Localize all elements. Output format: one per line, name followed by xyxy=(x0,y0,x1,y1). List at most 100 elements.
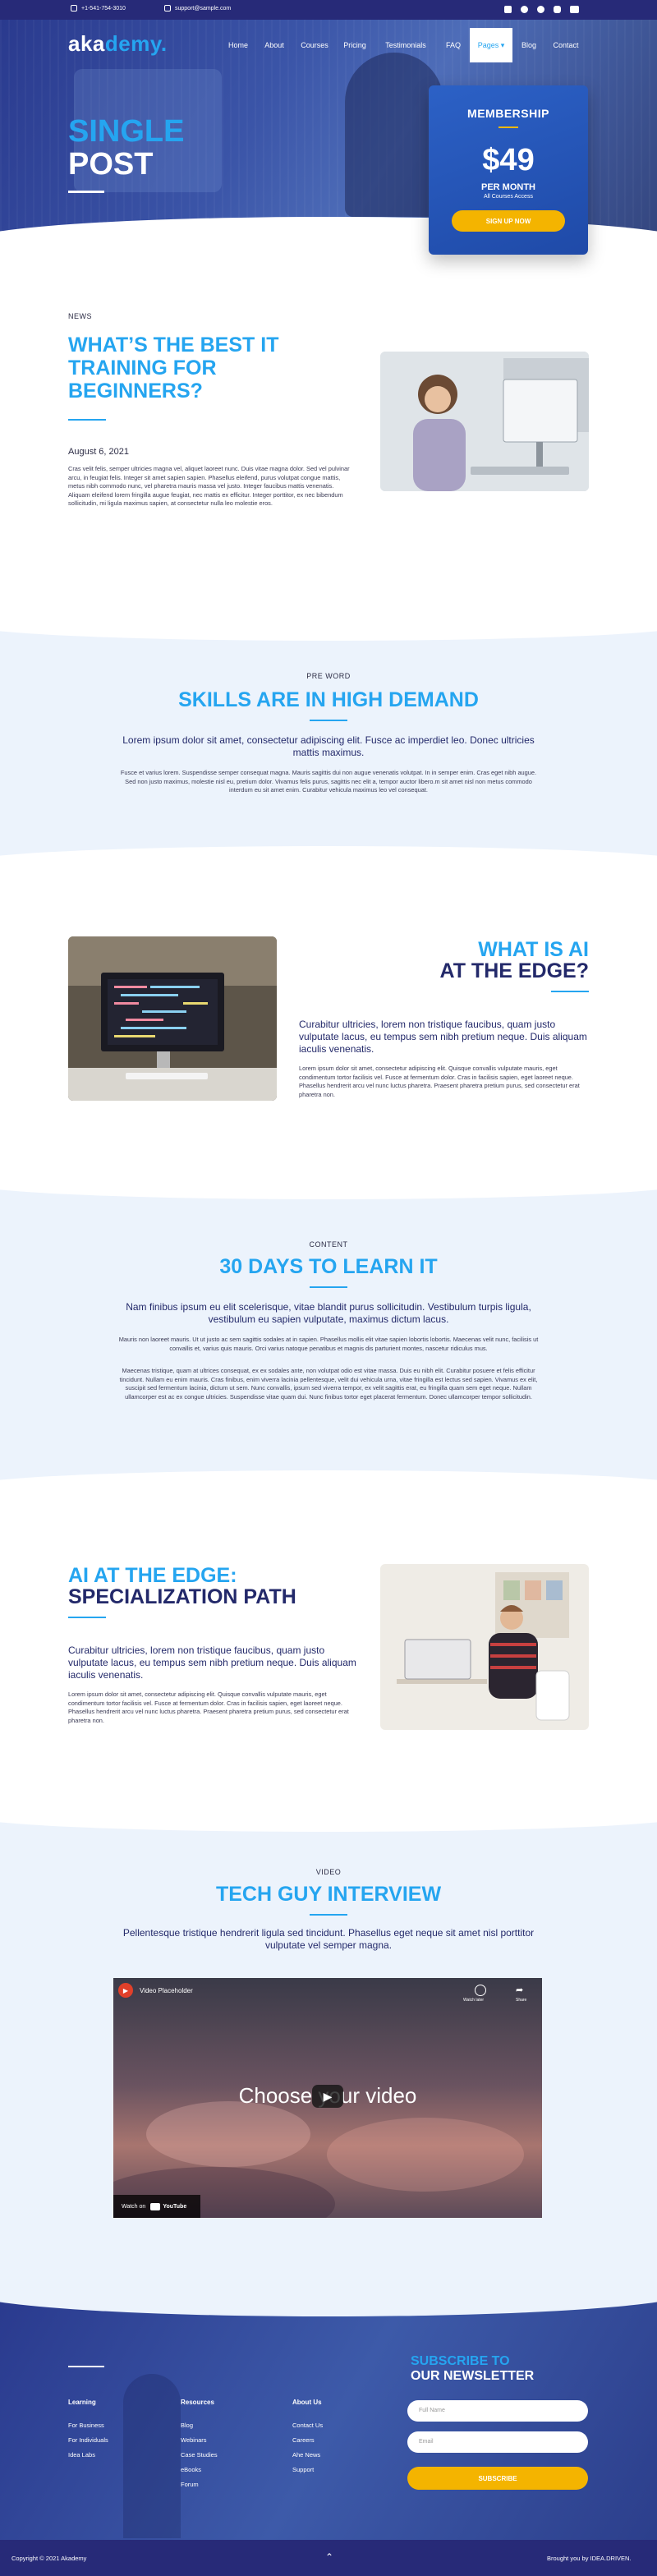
footer-link[interactable]: Support xyxy=(292,2466,314,2473)
article-title-underline xyxy=(68,419,106,421)
credits-text[interactable]: Brought you by IDEA.DRIVEN. xyxy=(547,2555,632,2562)
ai-body: Lorem ipsum dolor sit amet, consectetur … xyxy=(299,1065,580,1098)
article-title: WHAT’S THE BEST IT TRAINING FOR BEGINNER… xyxy=(68,334,279,402)
footer-link[interactable]: Forum xyxy=(181,2481,199,2488)
article-tag: NEWS xyxy=(68,312,92,320)
content-section xyxy=(0,1166,657,1503)
ai-title-line2: AT THE EDGE? xyxy=(439,959,589,982)
ai-underline xyxy=(551,991,589,992)
nav-pages[interactable]: Pages ▾ xyxy=(470,28,512,62)
cloud-shape xyxy=(146,2101,310,2167)
hero-underline xyxy=(68,191,104,193)
watch-later-label: Watch later xyxy=(463,1998,485,2003)
footer-background-figure xyxy=(123,2374,181,2538)
share-icon[interactable]: ➦ xyxy=(516,1985,523,1995)
youtube-icon[interactable] xyxy=(570,6,579,13)
article-image xyxy=(380,352,589,491)
watch-on-youtube-bar[interactable]: Watch on YouTube xyxy=(113,2195,200,2218)
spec-title-line1: AI AT THE EDGE: xyxy=(68,1564,237,1587)
membership-price: $49 xyxy=(482,143,535,177)
skills-title: SKILLS ARE IN HIGH DEMAND xyxy=(178,688,479,711)
email-link[interactable]: support@sample.com xyxy=(164,5,231,12)
content-wave-bottom xyxy=(0,1470,657,1503)
nav-home[interactable]: Home xyxy=(222,28,255,62)
phone-text: +1-541-754-3010 xyxy=(81,5,126,12)
membership-card: MEMBERSHIP $49 PER MONTH All Courses Acc… xyxy=(429,85,588,255)
footer-link[interactable]: Idea Labs xyxy=(68,2451,95,2459)
man-at-desk-illustration xyxy=(380,1564,589,1730)
skills-body: Fusce et varius lorem. Suspendisse sempe… xyxy=(120,769,537,794)
video-wave-top xyxy=(0,1799,657,1832)
footer-link[interactable]: Contact Us xyxy=(292,2422,323,2429)
content-wave-top xyxy=(0,1166,657,1199)
phone-icon xyxy=(71,5,77,12)
hero-title-line1: SINGLE xyxy=(68,114,185,149)
nav-testimonials[interactable]: Testimonials xyxy=(374,28,437,62)
footer-link[interactable]: Blog xyxy=(181,2422,193,2429)
instagram-icon[interactable] xyxy=(554,6,561,13)
site-logo[interactable]: akademy. xyxy=(68,31,168,57)
footer-divider xyxy=(68,2366,104,2367)
content-body-2: Maecenas tristique, quam at ultrices con… xyxy=(119,1367,538,1401)
email-text: support@sample.com xyxy=(175,5,232,12)
logo-part-b: demy. xyxy=(104,31,168,56)
footer-link[interactable]: Case Studies xyxy=(181,2451,218,2459)
linkedin-icon[interactable] xyxy=(504,6,512,13)
footer-link[interactable]: For Individuals xyxy=(68,2436,108,2444)
article-body: Cras velit felis, semper ultricies magna… xyxy=(68,465,350,507)
subscribe-button[interactable]: SUBSCRIBE xyxy=(407,2467,588,2490)
twitter-icon[interactable] xyxy=(537,6,544,13)
video-title: TECH GUY INTERVIEW xyxy=(215,1883,442,1906)
spec-image xyxy=(380,1564,589,1730)
share-label: Share xyxy=(516,1998,527,2003)
skills-tag: PRE WORD xyxy=(306,672,351,680)
video-underline xyxy=(310,1914,347,1916)
woman-at-computer-illustration xyxy=(380,352,589,491)
footer-link[interactable]: For Business xyxy=(68,2422,104,2429)
footer-link[interactable]: eBooks xyxy=(181,2466,201,2473)
hero-title-line2: POST xyxy=(68,147,154,182)
ai-image xyxy=(68,936,277,1101)
code-monitor-illustration xyxy=(68,936,277,1101)
clock-icon[interactable] xyxy=(475,1985,486,1996)
video-placeholder-title[interactable]: Video Placeholder xyxy=(140,1987,193,1994)
skills-underline xyxy=(310,720,347,721)
play-button[interactable]: ▶ xyxy=(312,2085,343,2108)
content-title: 30 DAYS TO LEARN IT xyxy=(219,1255,438,1278)
content-underline xyxy=(310,1286,347,1288)
phone-link[interactable]: +1-541-754-3010 xyxy=(71,5,126,12)
mail-icon xyxy=(164,5,171,12)
nav-faq[interactable]: FAQ xyxy=(439,28,468,62)
newsletter-name-field[interactable]: Full Name xyxy=(407,2400,588,2422)
nav-pricing[interactable]: Pricing xyxy=(337,28,373,62)
skills-wave-bottom xyxy=(0,846,657,879)
watch-on-label: Watch on xyxy=(122,2203,146,2210)
nav-contact[interactable]: Contact xyxy=(545,28,586,62)
footer-link[interactable]: Careers xyxy=(292,2436,315,2444)
footer-link[interactable]: Ahe News xyxy=(292,2451,320,2459)
spec-lead: Curabitur ultricies, lorem non tristique… xyxy=(68,1644,356,1681)
membership-period: PER MONTH xyxy=(481,182,535,192)
scroll-to-top-icon[interactable]: ⌃ xyxy=(325,2551,333,2563)
top-bar: +1-541-754-3010 support@sample.com xyxy=(0,0,657,20)
nav-courses[interactable]: Courses xyxy=(294,28,335,62)
article-date: August 6, 2021 xyxy=(68,447,130,457)
page: +1-541-754-3010 support@sample.com akade… xyxy=(0,0,657,2576)
copyright-text: Copyright © 2021 Akademy xyxy=(11,2555,87,2562)
video-player[interactable]: ▶ Video Placeholder Watch later ➦ Share … xyxy=(113,1978,542,2218)
channel-avatar-icon[interactable]: ▶ xyxy=(118,1983,133,1998)
footer-learning-heading: Learning xyxy=(68,2399,96,2406)
spec-underline xyxy=(68,1617,106,1618)
skills-wave-top xyxy=(0,608,657,641)
nav-blog[interactable]: Blog xyxy=(514,28,544,62)
content-tag: CONTENT xyxy=(309,1240,348,1249)
sign-up-button[interactable]: SIGN UP NOW xyxy=(452,210,565,232)
content-body-1: Mauris non laoreet mauris. Ut ut justo a… xyxy=(118,1336,539,1352)
facebook-icon[interactable] xyxy=(521,6,528,13)
newsletter-title-line1: SUBSCRIBE TO xyxy=(411,2354,510,2368)
spec-title-line2: SPECIALIZATION PATH xyxy=(68,1585,296,1608)
footer-link[interactable]: Webinars xyxy=(181,2436,207,2444)
newsletter-email-field[interactable]: Email xyxy=(407,2431,588,2453)
nav-about[interactable]: About xyxy=(256,28,292,62)
membership-divider xyxy=(498,126,518,128)
